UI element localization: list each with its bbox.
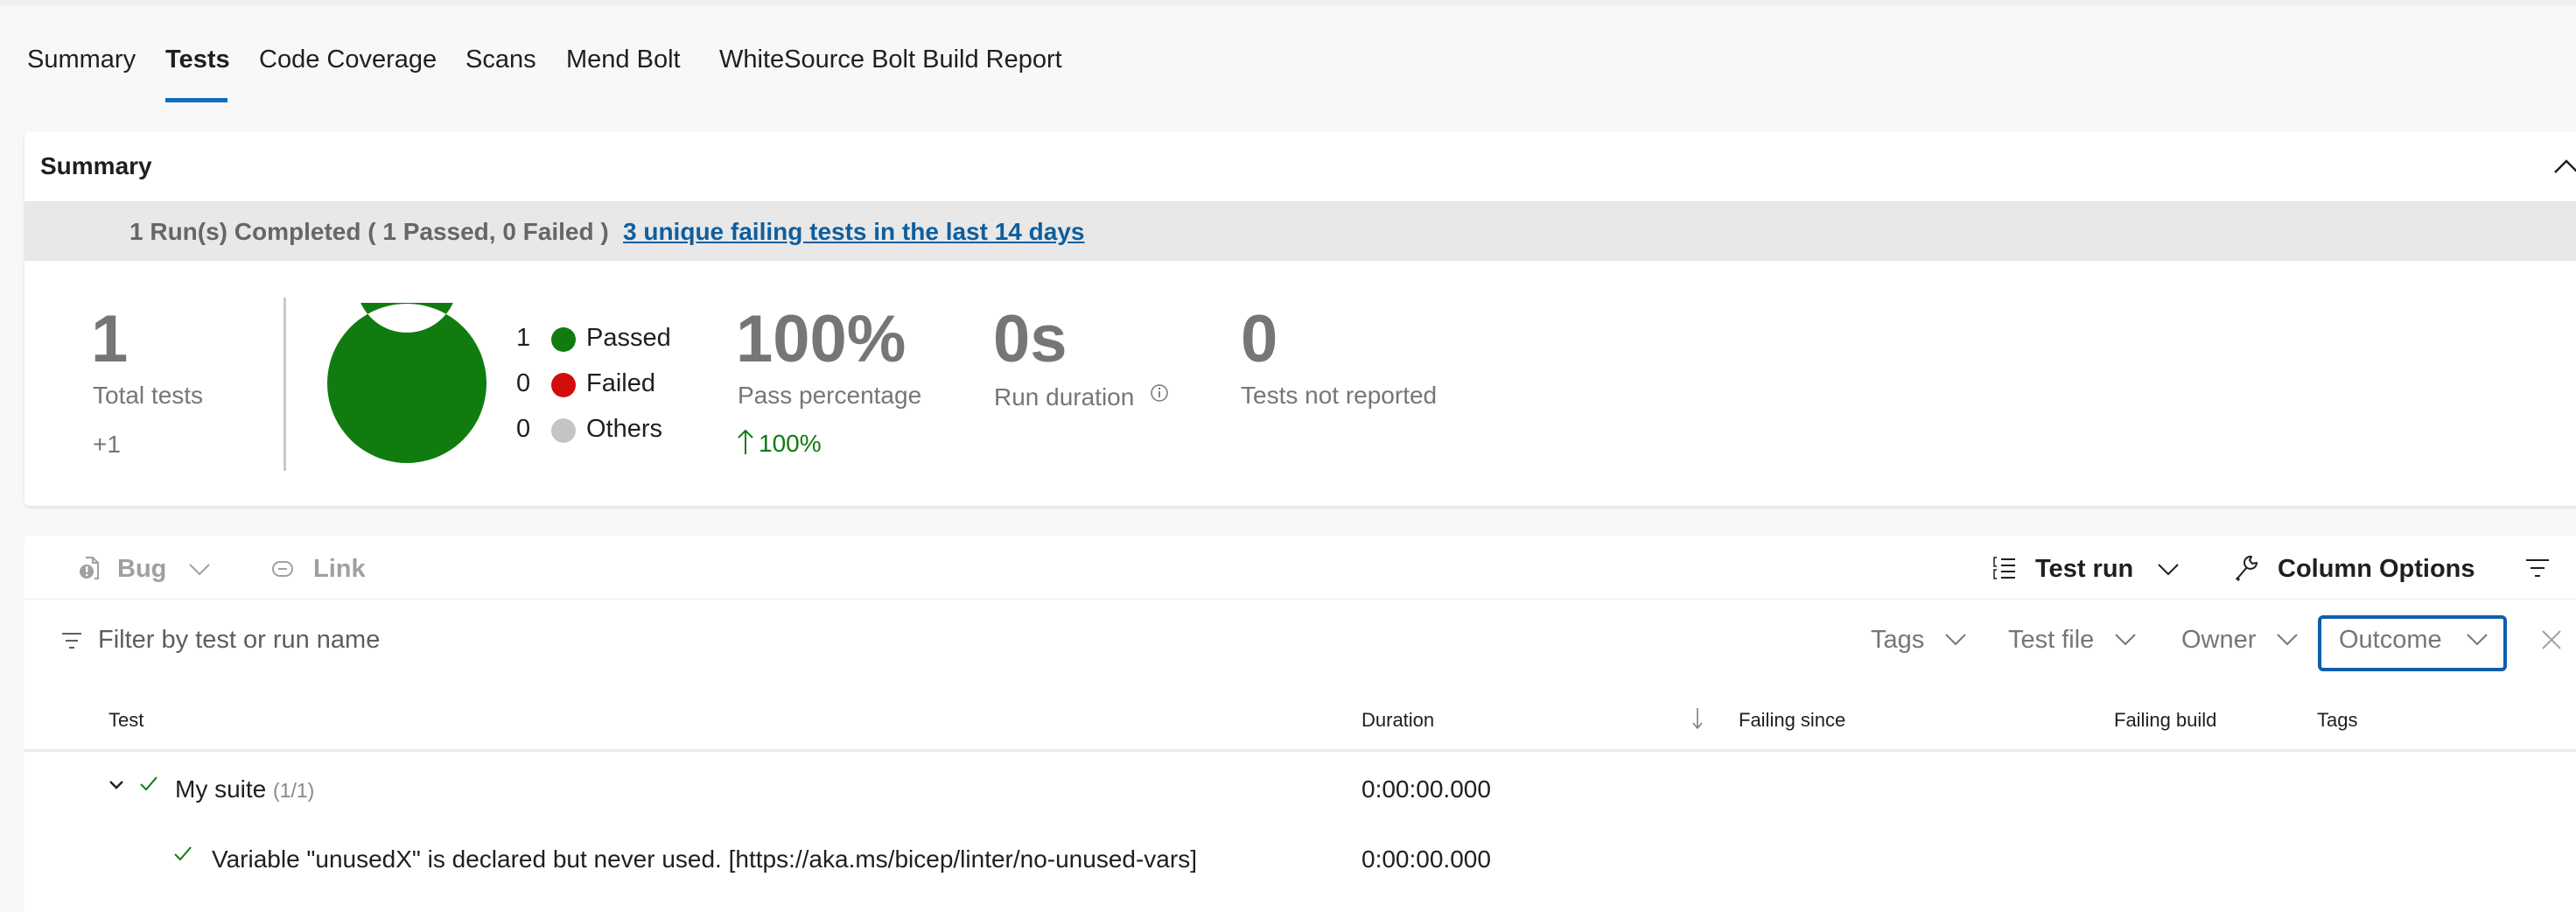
- clear-filters-icon[interactable]: [2541, 629, 2562, 650]
- summary-card: Summary 1 Run(s) Completed ( 1 Passed, 0…: [24, 131, 2576, 506]
- table-row-suite[interactable]: My suite (1/1) 0:00:00.000: [24, 754, 2576, 824]
- link-label: Link: [313, 555, 366, 583]
- top-shade: [0, 0, 2576, 5]
- test-file-filter-label: Test file: [2008, 626, 2095, 654]
- table-header: Test Duration Failing since Failing buil…: [24, 683, 2576, 752]
- filter-icon: [61, 632, 82, 649]
- test-run-dropdown[interactable]: Test run: [1993, 555, 2180, 584]
- chevron-down-icon: [1945, 634, 1967, 646]
- tab-scans[interactable]: Scans: [466, 46, 536, 74]
- chevron-down-icon: [2115, 634, 2137, 646]
- column-options-label: Column Options: [2278, 555, 2475, 583]
- bug-button[interactable]: Bug: [79, 555, 211, 584]
- total-tests-label: Total tests: [93, 382, 204, 409]
- test-run-label: Test run: [2035, 555, 2134, 583]
- failed-dot-icon: [551, 373, 576, 397]
- column-header-tags[interactable]: Tags: [2317, 709, 2357, 732]
- tests-not-reported-value: 0: [1241, 302, 1278, 376]
- chevron-down-icon: [2158, 564, 2180, 576]
- passed-check-icon: [174, 845, 192, 861]
- chevron-down-icon: [189, 564, 211, 576]
- outcome-filter-dropdown[interactable]: Outcome: [2318, 615, 2507, 671]
- chevron-down-icon[interactable]: [109, 781, 123, 789]
- owner-filter-dropdown[interactable]: Owner: [2181, 615, 2299, 671]
- bug-label: Bug: [117, 555, 167, 583]
- owner-filter-label: Owner: [2181, 626, 2257, 654]
- list-icon: [1993, 557, 2015, 579]
- others-count: 0: [516, 415, 531, 443]
- summary-title: Summary: [40, 152, 152, 179]
- total-tests-delta: +1: [93, 431, 121, 458]
- outcome-filter-label: Outcome: [2339, 626, 2442, 654]
- run-status-bar: 1 Run(s) Completed ( 1 Passed, 0 Failed …: [24, 201, 2576, 261]
- tags-filter-label: Tags: [1871, 626, 1925, 654]
- test-duration: 0:00:00.000: [1362, 845, 1491, 873]
- run-status-text: 1 Run(s) Completed ( 1 Passed, 0 Failed …: [130, 218, 609, 245]
- active-tab-indicator: [165, 98, 228, 102]
- others-dot-icon: [551, 418, 576, 443]
- chevron-down-icon: [2277, 634, 2299, 646]
- bug-icon: [80, 557, 99, 579]
- filter-bar: Tags Test file Owner Outcome: [24, 600, 2576, 683]
- info-icon[interactable]: [1150, 383, 1169, 403]
- pass-percentage-label: Pass percentage: [738, 382, 922, 409]
- tab-mend-bolt[interactable]: Mend Bolt: [566, 46, 681, 74]
- arrow-up-icon: [738, 429, 753, 454]
- summary-divider: [284, 298, 286, 471]
- tests-not-reported-label: Tests not reported: [1241, 382, 1438, 409]
- toolbar: Bug Link Test run Column Options: [24, 536, 2576, 600]
- test-file-filter-dropdown[interactable]: Test file: [2008, 615, 2137, 671]
- outcome-donut-chart: [326, 303, 486, 463]
- chevron-down-icon: [2467, 634, 2488, 646]
- suite-name-text: My suite: [175, 775, 267, 803]
- tab-summary[interactable]: Summary: [27, 46, 136, 74]
- suite-duration: 0:00:00.000: [1362, 775, 1491, 803]
- sort-descending-icon[interactable]: [1691, 707, 1704, 730]
- tab-code-coverage[interactable]: Code Coverage: [259, 46, 437, 74]
- failing-tests-link[interactable]: 3 unique failing tests in the last 14 da…: [623, 218, 1084, 246]
- column-header-failing-since[interactable]: Failing since: [1739, 709, 1845, 732]
- pass-percentage-trend-value: 100%: [759, 430, 822, 457]
- test-name[interactable]: Variable "unusedX" is declared but never…: [212, 845, 1197, 873]
- chevron-up-icon[interactable]: [2553, 158, 2576, 175]
- tab-tests[interactable]: Tests: [165, 46, 230, 74]
- passed-dot-icon: [551, 327, 576, 352]
- column-options-button[interactable]: Column Options: [2234, 555, 2475, 584]
- total-tests-value: 1: [91, 302, 129, 376]
- pass-percentage-value: 100%: [736, 302, 906, 376]
- table-row-test[interactable]: Variable "unusedX" is declared but never…: [24, 824, 2576, 894]
- pass-percentage-trend: 100%: [738, 429, 822, 458]
- passed-check-icon: [140, 775, 158, 791]
- tests-panel: Bug Link Test run Column Options Tags Te…: [24, 536, 2576, 912]
- passed-label: Passed: [586, 324, 671, 352]
- run-duration-label: Run duration: [994, 383, 1135, 410]
- others-label: Others: [586, 415, 663, 443]
- tags-filter-dropdown[interactable]: Tags: [1871, 615, 1967, 671]
- passed-count: 1: [516, 324, 531, 352]
- column-header-duration[interactable]: Duration: [1362, 709, 1434, 732]
- filter-search-input[interactable]: [98, 622, 973, 657]
- run-duration-value: 0s: [993, 302, 1068, 376]
- link-icon: [272, 561, 293, 577]
- tab-whitesource-bolt[interactable]: WhiteSource Bolt Build Report: [719, 46, 1062, 74]
- column-header-test[interactable]: Test: [108, 709, 144, 732]
- filter-toggle-icon[interactable]: [2525, 558, 2550, 578]
- suite-count: (1/1): [273, 779, 315, 802]
- failed-label: Failed: [586, 369, 655, 397]
- wrench-icon: [2235, 555, 2258, 581]
- failed-count: 0: [516, 369, 531, 397]
- suite-name: My suite (1/1): [175, 775, 314, 803]
- column-header-failing-build[interactable]: Failing build: [2114, 709, 2216, 732]
- link-button[interactable]: Link: [271, 555, 366, 584]
